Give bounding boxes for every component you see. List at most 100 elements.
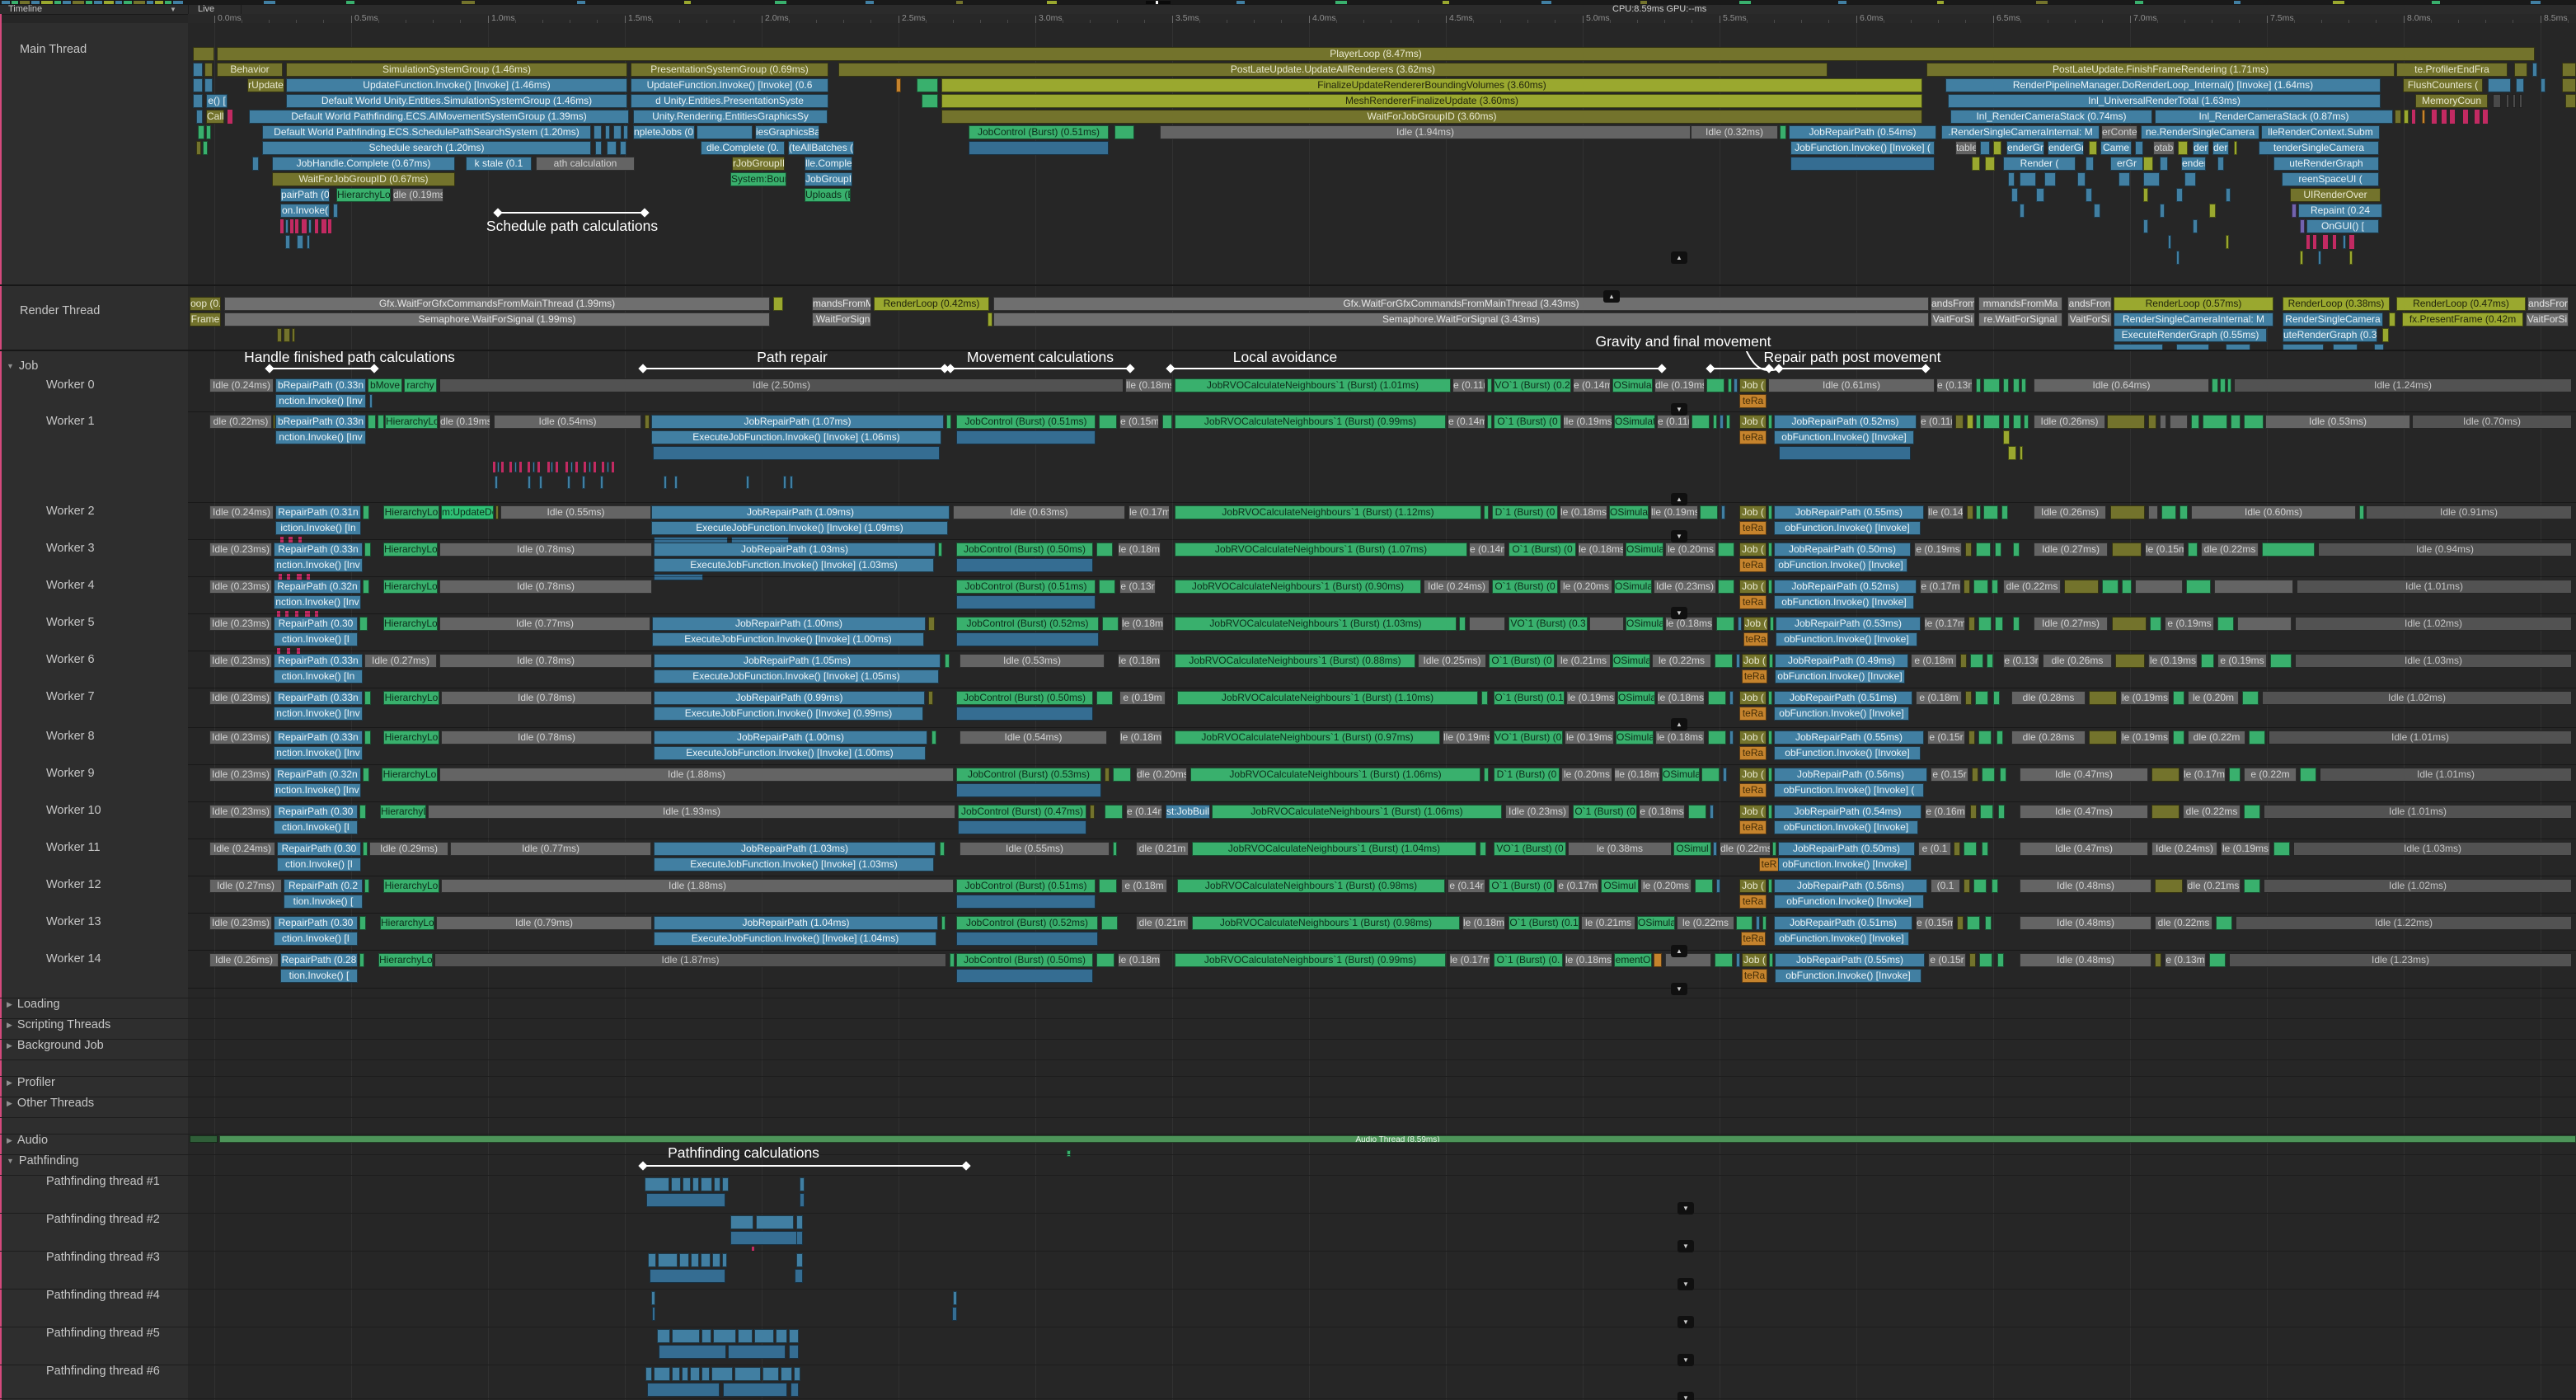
timeline-bar[interactable] <box>2013 617 2020 631</box>
timeline-bar[interactable]: RenderLoop (0.57ms) <box>2114 297 2273 311</box>
timeline-bar[interactable]: OSimula <box>1626 543 1663 557</box>
timeline-bar[interactable]: JobControl (Burst) (0.50ms) <box>956 543 1093 557</box>
timeline-bar[interactable]: Idle (0.27ms) <box>2034 617 2108 631</box>
timeline-bar[interactable] <box>1976 415 1981 429</box>
timeline-bar[interactable] <box>2212 378 2218 392</box>
timeline-bar[interactable]: JobGroupID <box>805 172 852 186</box>
timeline-bar[interactable] <box>791 1383 799 1397</box>
timeline-bar[interactable] <box>193 47 214 61</box>
timeline-bar[interactable] <box>495 476 498 489</box>
timeline-bar[interactable] <box>2135 580 2183 594</box>
timeline-bar[interactable]: dle (0.21m <box>1136 916 1189 930</box>
timeline-bar[interactable] <box>315 219 318 233</box>
timeline-bar[interactable] <box>2176 251 2180 265</box>
timeline-bar[interactable]: JobRepairPath (0.53ms) <box>1776 617 1921 631</box>
timeline-bar[interactable] <box>928 691 933 705</box>
timeline-bar[interactable]: JobControl (Burst) (0.51ms) <box>956 879 1096 893</box>
timeline-bar[interactable]: le (0.17m <box>2183 768 2226 782</box>
timeline-bar[interactable]: JobRepairPath (0.56ms) <box>1774 879 1927 893</box>
timeline-bar[interactable] <box>2513 94 2516 108</box>
timeline-bar[interactable]: teRa <box>1741 932 1766 946</box>
timeline-bar[interactable]: dle (0.21ms <box>2186 879 2241 893</box>
timeline-bar[interactable] <box>1099 580 1115 594</box>
timeline-bar[interactable] <box>1718 580 1734 594</box>
timeline-bar[interactable]: RepairPath (0.32n <box>274 580 361 594</box>
timeline-bar[interactable] <box>565 462 568 472</box>
timeline-bar[interactable]: RepairPath (0.32n <box>274 768 361 782</box>
timeline-bar[interactable] <box>2404 110 2409 124</box>
timeline-bar[interactable]: JobRVOCalculateNeighbours`1 (Burst) (1.0… <box>1190 768 1480 782</box>
timeline-bar[interactable]: Idle (0.26ms) <box>2034 415 2105 429</box>
timeline-bar[interactable] <box>672 1329 700 1343</box>
timeline-bar[interactable] <box>730 1215 753 1229</box>
timeline-bar[interactable] <box>2168 235 2171 249</box>
timeline-bar[interactable] <box>794 1367 800 1381</box>
timeline-bar[interactable]: HierarchyLo <box>383 691 439 705</box>
timeline-bar[interactable] <box>321 219 326 233</box>
timeline-bar[interactable] <box>1957 916 1964 930</box>
timeline-bar[interactable] <box>701 1367 710 1381</box>
timeline-bar[interactable] <box>1716 617 1734 631</box>
timeline-bar[interactable]: le (0.19ms <box>2120 691 2170 705</box>
timeline-bar[interactable]: Idle (0.26ms) <box>209 953 279 967</box>
timeline-bar[interactable]: JobControl (Burst) (0.51ms) <box>969 125 1109 139</box>
timeline-bar[interactable] <box>674 476 678 489</box>
sidebar-item-main-thread[interactable]: Main Thread <box>20 42 201 57</box>
timeline-bar[interactable] <box>646 1193 725 1207</box>
timeline-bar[interactable]: obFunction.Invoke() [Invoke] <box>1774 820 1918 834</box>
timeline-bar[interactable]: dle (0.21m <box>1136 842 1189 856</box>
timeline-bar[interactable]: dle.Complete (0. <box>701 141 785 155</box>
timeline-bar[interactable] <box>790 476 793 489</box>
timeline-bar[interactable] <box>2151 805 2180 819</box>
timeline-bar[interactable]: le (0.17m <box>1128 505 1170 519</box>
timeline-bar[interactable]: HierarchyLo <box>383 580 438 594</box>
timeline-bar[interactable] <box>1480 842 1486 856</box>
timeline-bar[interactable]: dle (0.22ms <box>1720 842 1771 856</box>
timeline-bar[interactable]: JobRVOCalculateNeighbours`1 (Burst) (1.0… <box>1212 805 1502 819</box>
timeline-bar[interactable] <box>359 916 366 930</box>
sidebar-item-pathfinding[interactable]: ▼Pathfinding <box>7 1153 188 1168</box>
flow-event-marker[interactable]: ▼ <box>1671 403 1687 416</box>
timeline-bar[interactable] <box>1985 916 1992 930</box>
timeline-bar[interactable]: Idle (1.88ms) <box>441 879 954 893</box>
timeline-bar[interactable] <box>364 543 371 557</box>
timeline-bar[interactable] <box>728 1345 786 1359</box>
timeline-bar[interactable]: Idle (0.23ms) <box>209 654 272 668</box>
timeline-bar[interactable] <box>796 1253 803 1267</box>
timeline-bar[interactable]: MeshRendererFinalizeUpdate (3.60ms) <box>941 94 1922 108</box>
timeline-bar[interactable]: Idle (0.47ms) <box>2020 842 2148 856</box>
timeline-bar[interactable] <box>2226 188 2231 202</box>
timeline-bar[interactable] <box>2220 378 2226 392</box>
timeline-bar[interactable] <box>1701 768 1720 782</box>
timeline-bar[interactable]: JobRepairPath (1.00ms) <box>652 617 926 631</box>
timeline-bar[interactable] <box>2003 378 2009 392</box>
timeline-bar[interactable]: k stale (0.1 <box>466 157 532 171</box>
timeline-bar[interactable] <box>1973 580 1988 594</box>
timeline-bar[interactable]: Semaphore.WaitForSignal (3.43ms) <box>993 312 1929 327</box>
timeline-bar[interactable]: Idle (1.01ms) <box>2269 731 2572 745</box>
timeline-bar[interactable]: tenderSingleCamera <box>2259 141 2379 155</box>
timeline-bar[interactable]: RenderLoop (0.38ms) <box>2283 297 2390 311</box>
timeline-bar[interactable] <box>1976 543 1991 557</box>
timeline-bar[interactable] <box>722 1177 729 1191</box>
timeline-bar[interactable]: dle (0.22ms <box>2003 580 2061 594</box>
timeline-bar[interactable]: e (0.18m <box>1911 654 1957 668</box>
timeline-bar[interactable] <box>956 707 1093 721</box>
timeline-bar[interactable] <box>1654 953 1662 967</box>
timeline-bar[interactable] <box>682 1367 688 1381</box>
timeline-bar[interactable]: e (0.11r <box>1452 378 1485 392</box>
timeline-bar[interactable]: Idle (1.02ms) <box>2295 617 2572 631</box>
timeline-bar[interactable]: O`1 (Burst) (0 <box>1509 543 1576 557</box>
timeline-bar[interactable] <box>1738 617 1742 631</box>
sidebar-item-loading[interactable]: ▶Loading <box>7 997 188 1012</box>
timeline-bar[interactable] <box>1768 415 1772 429</box>
timeline-bar[interactable] <box>956 969 1093 983</box>
timeline-bar[interactable] <box>1967 505 1973 519</box>
timeline-bar[interactable] <box>2178 141 2188 155</box>
timeline-bar[interactable] <box>528 462 530 472</box>
timeline-bar[interactable]: Idle (0.60ms) <box>2191 505 2356 519</box>
timeline-bar[interactable]: le (0.21ms <box>1556 654 1611 668</box>
timeline-bar[interactable] <box>2000 768 2006 782</box>
timeline-bar[interactable]: O`1 (Burst) (0 <box>1573 805 1637 819</box>
timeline-bar[interactable] <box>2143 172 2160 186</box>
